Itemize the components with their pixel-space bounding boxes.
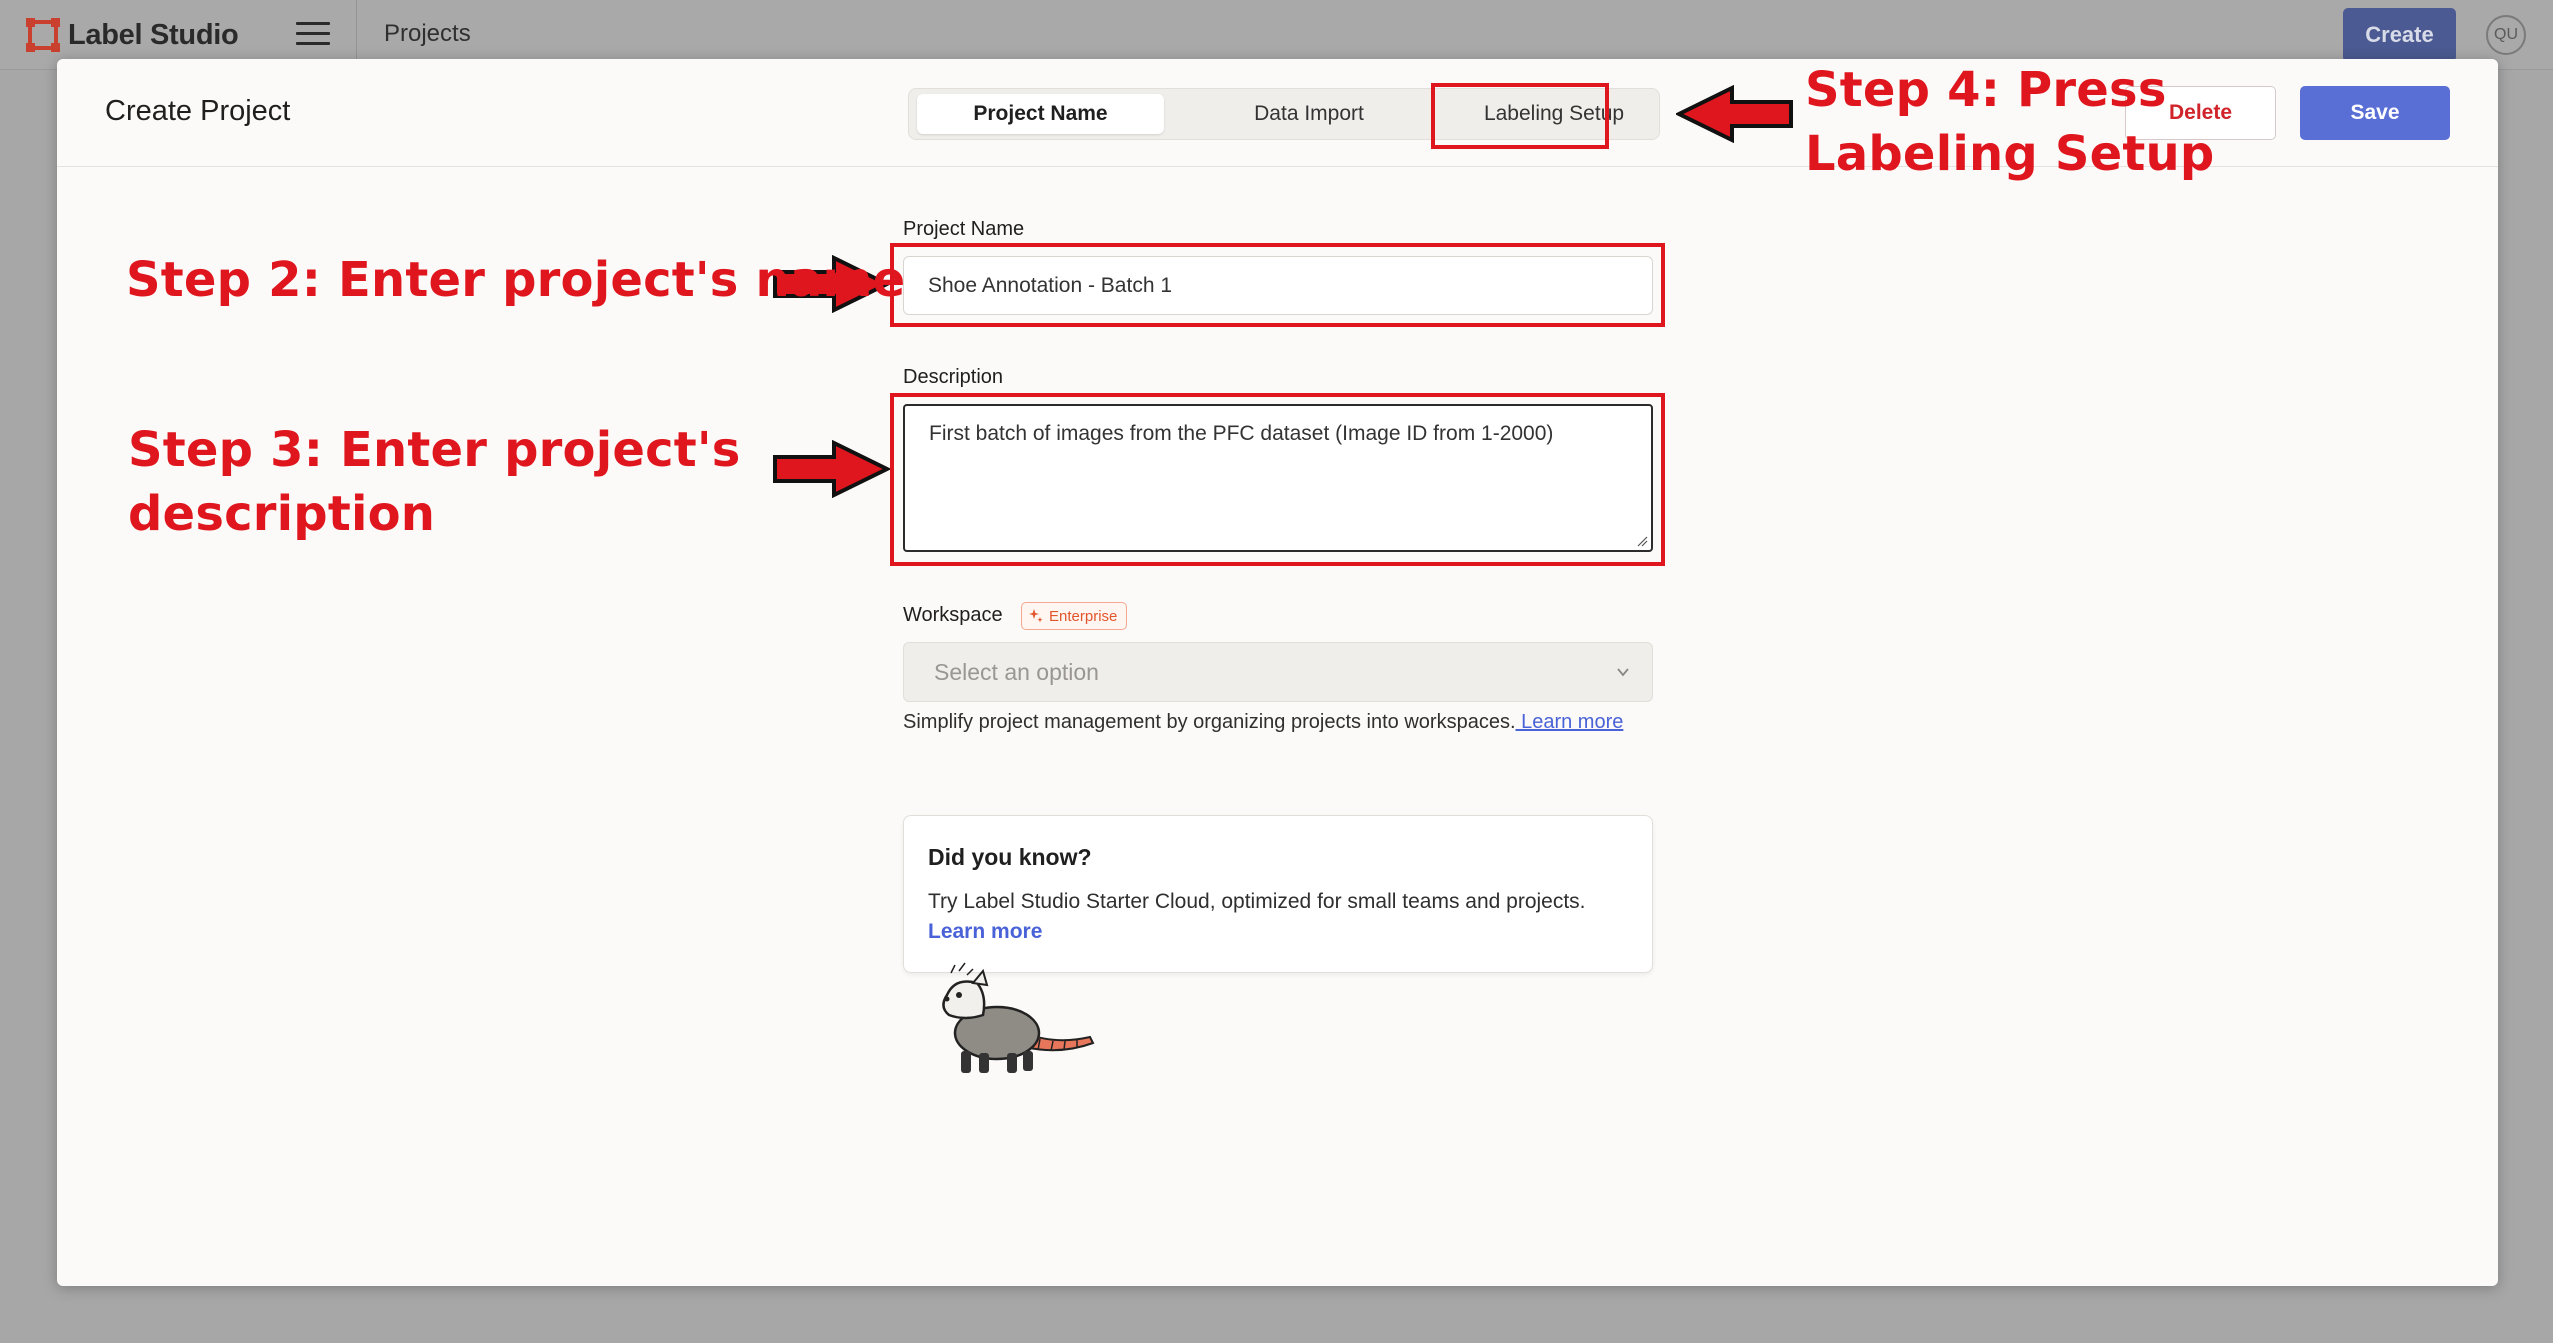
avatar[interactable]: QU <box>2486 15 2526 55</box>
menu-icon[interactable] <box>296 22 330 48</box>
annotation-step-4-line-1: Step 4: Press <box>1805 62 2167 118</box>
chevron-down-icon <box>1617 668 1629 677</box>
arrow-right-icon <box>773 440 890 498</box>
save-button[interactable]: Save <box>2300 86 2450 140</box>
app-logo[interactable]: Label Studio <box>26 18 239 52</box>
opossum-mascot-illustration <box>942 962 1095 1073</box>
workspace-placeholder: Select an option <box>934 658 1099 685</box>
label-studio-logo-icon <box>26 18 60 52</box>
card-title: Did you know? <box>928 844 1092 870</box>
learn-more-link[interactable]: Learn more <box>1516 711 1623 733</box>
annotation-step-4-line-2: Labeling Setup <box>1805 126 2215 182</box>
card-learn-more-link[interactable]: Learn more <box>928 920 1042 944</box>
create-button[interactable]: Create <box>2343 8 2456 62</box>
annotation-step-3-line-2: description <box>128 486 436 542</box>
app-name: Label Studio <box>68 18 239 51</box>
sparkle-icon <box>1029 609 1043 623</box>
workspace-label: Workspace <box>903 604 1003 626</box>
workspace-select[interactable]: Select an option <box>903 642 1653 702</box>
arrow-left-icon <box>1676 85 1793 143</box>
breadcrumb[interactable]: Projects <box>384 20 471 48</box>
workspace-help-text: Simplify project management by organizin… <box>903 708 1663 737</box>
tab-data-import[interactable]: Data Import <box>1209 94 1409 134</box>
annotation-step-2: Step 2: Enter project's name <box>126 252 906 308</box>
highlight-project-name <box>890 243 1665 327</box>
highlight-labeling-setup <box>1431 83 1609 149</box>
tab-project-name[interactable]: Project Name <box>917 94 1164 134</box>
highlight-description <box>890 393 1665 566</box>
workspace-help-copy: Simplify project management by organizin… <box>903 711 1516 733</box>
enterprise-badge: Enterprise <box>1021 602 1128 630</box>
project-name-label: Project Name <box>903 218 1025 240</box>
annotation-step-3-line-1: Step 3: Enter project's <box>128 422 741 478</box>
did-you-know-card: Did you know? Try Label Studio Starter C… <box>903 815 1653 973</box>
page-title: Create Project <box>105 95 291 127</box>
card-body: Try Label Studio Starter Cloud, optimize… <box>928 890 1586 913</box>
description-label: Description <box>903 366 1004 388</box>
enterprise-badge-label: Enterprise <box>1049 607 1118 625</box>
